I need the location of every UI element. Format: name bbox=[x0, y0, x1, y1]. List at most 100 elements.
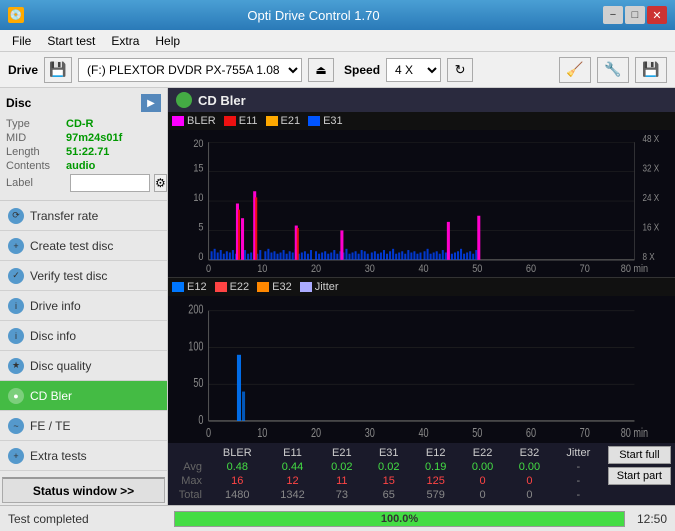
svg-text:20: 20 bbox=[311, 263, 321, 275]
disc-eject-button[interactable]: ▶ bbox=[141, 94, 161, 112]
svg-text:10: 10 bbox=[257, 427, 267, 441]
app-title: Opti Drive Control 1.70 bbox=[24, 8, 603, 23]
maximize-button[interactable]: □ bbox=[625, 6, 645, 24]
eject-button[interactable]: ⏏ bbox=[308, 58, 334, 82]
col-e21: E21 bbox=[318, 446, 365, 460]
sidebar-item-extra-tests[interactable]: + Extra tests bbox=[0, 441, 167, 471]
drive-select[interactable]: (F:) PLEXTOR DVDR PX-755A 1.08 bbox=[78, 58, 302, 82]
sidebar-item-disc-quality[interactable]: ★ Disc quality bbox=[0, 351, 167, 381]
close-button[interactable]: ✕ bbox=[647, 6, 667, 24]
start-part-button[interactable]: Start part bbox=[608, 467, 671, 485]
e32-color bbox=[257, 282, 269, 292]
fe-te-icon: ~ bbox=[8, 418, 24, 434]
avg-e11: 0.44 bbox=[267, 460, 319, 474]
svg-text:0: 0 bbox=[206, 263, 211, 275]
chart-header: CD Bler bbox=[168, 88, 675, 112]
sidebar-item-create-test-disc[interactable]: + Create test disc bbox=[0, 231, 167, 261]
drive-icon: 💾 bbox=[44, 57, 72, 83]
menu-help[interactable]: Help bbox=[147, 32, 188, 50]
e21-legend: E21 bbox=[266, 115, 301, 127]
disc-label-row: Label ⚙ bbox=[6, 174, 161, 192]
disc-mid-row: MID 97m24s01f bbox=[6, 132, 161, 144]
stats-table: BLER E11 E21 E31 E12 E22 E32 Jitter Avg bbox=[172, 446, 604, 502]
menu-start-test[interactable]: Start test bbox=[39, 32, 103, 50]
refresh-button[interactable]: ↻ bbox=[447, 58, 473, 82]
menu-extra[interactable]: Extra bbox=[103, 32, 147, 50]
eraser-button[interactable]: 🧹 bbox=[559, 57, 591, 83]
total-e12: 579 bbox=[412, 488, 459, 502]
status-window-button[interactable]: Status window >> bbox=[2, 477, 165, 503]
svg-text:40: 40 bbox=[418, 263, 428, 275]
window-controls: − □ ✕ bbox=[603, 6, 667, 24]
content-area: CD Bler BLER E11 E21 E3 bbox=[168, 88, 675, 505]
sidebar-item-cd-bler[interactable]: ● CD Bler bbox=[0, 381, 167, 411]
avg-e21: 0.02 bbox=[318, 460, 365, 474]
cd-bler-icon: ● bbox=[8, 388, 24, 404]
disc-quality-icon: ★ bbox=[8, 358, 24, 374]
e12-color bbox=[172, 282, 184, 292]
titlebar: 💿 Opti Drive Control 1.70 − □ ✕ bbox=[0, 0, 675, 30]
svg-text:80 min: 80 min bbox=[621, 427, 648, 441]
svg-text:60: 60 bbox=[526, 263, 536, 275]
top-legend: BLER E11 E21 E31 bbox=[168, 112, 675, 130]
sidebar-item-drive-info[interactable]: i Drive info bbox=[0, 291, 167, 321]
e11-legend: E11 bbox=[224, 115, 258, 127]
max-e21: 11 bbox=[318, 474, 365, 488]
total-e22: 0 bbox=[459, 488, 506, 502]
chart-icon bbox=[176, 92, 192, 108]
svg-text:0: 0 bbox=[206, 427, 211, 441]
stats-table-container: BLER E11 E21 E31 E12 E22 E32 Jitter Avg bbox=[172, 446, 604, 502]
svg-text:10: 10 bbox=[257, 263, 267, 275]
e11-color bbox=[224, 116, 236, 126]
svg-text:32 X: 32 X bbox=[643, 163, 660, 174]
start-full-button[interactable]: Start full bbox=[608, 446, 671, 464]
menu-file[interactable]: File bbox=[4, 32, 39, 50]
col-jitter: Jitter bbox=[553, 446, 604, 460]
minimize-button[interactable]: − bbox=[603, 6, 623, 24]
svg-text:70: 70 bbox=[580, 427, 590, 441]
progress-text: 100.0% bbox=[175, 512, 624, 526]
sidebar-item-transfer-rate[interactable]: ⟳ Transfer rate bbox=[0, 201, 167, 231]
disc-section: Disc ▶ Type CD-R MID 97m24s01f Length 51… bbox=[0, 88, 167, 201]
speed-select[interactable]: 4 X bbox=[386, 58, 441, 82]
sidebar: Disc ▶ Type CD-R MID 97m24s01f Length 51… bbox=[0, 88, 168, 505]
avg-label: Avg bbox=[172, 460, 208, 474]
avg-e22: 0.00 bbox=[459, 460, 506, 474]
col-e12: E12 bbox=[412, 446, 459, 460]
top-chart-area: 0 5 10 15 20 8 X 16 X 24 X 32 X 48 X 0 1… bbox=[168, 130, 675, 277]
svg-text:100: 100 bbox=[188, 340, 203, 354]
disc-length-row: Length 51:22.71 bbox=[6, 146, 161, 158]
stats-total-row: Total 1480 1342 73 65 579 0 0 - bbox=[172, 488, 604, 502]
progress-bar-container: 100.0% bbox=[174, 511, 625, 527]
extra-tests-icon: + bbox=[8, 448, 24, 464]
menubar: File Start test Extra Help bbox=[0, 30, 675, 52]
col-e22: E22 bbox=[459, 446, 506, 460]
avg-bler: 0.48 bbox=[208, 460, 267, 474]
svg-text:0: 0 bbox=[198, 413, 203, 427]
svg-text:30: 30 bbox=[365, 427, 375, 441]
bottom-legend: E12 E22 E32 Jitter bbox=[168, 278, 675, 296]
total-label: Total bbox=[172, 488, 208, 502]
e31-legend: E31 bbox=[308, 115, 343, 127]
create-test-icon: + bbox=[8, 238, 24, 254]
disc-contents-row: Contents audio bbox=[6, 160, 161, 172]
svg-text:8 X: 8 X bbox=[643, 251, 655, 262]
bottom-chart-area: 0 50 100 200 0 10 20 30 40 50 60 70 80 m… bbox=[168, 296, 675, 443]
total-e31: 65 bbox=[365, 488, 412, 502]
disc-type-row: Type CD-R bbox=[6, 118, 161, 130]
svg-text:50: 50 bbox=[193, 377, 203, 391]
sidebar-item-fe-te[interactable]: ~ FE / TE bbox=[0, 411, 167, 441]
e12-legend: E12 bbox=[172, 281, 207, 293]
action-button[interactable]: 🔧 bbox=[597, 57, 629, 83]
save-button[interactable]: 💾 bbox=[635, 57, 667, 83]
disc-label-input[interactable] bbox=[70, 174, 150, 192]
sidebar-item-disc-info[interactable]: i Disc info bbox=[0, 321, 167, 351]
max-jitter: - bbox=[553, 474, 604, 488]
svg-text:20: 20 bbox=[311, 427, 321, 441]
svg-text:0: 0 bbox=[198, 251, 203, 263]
statusbar: Test completed 100.0% 12:50 bbox=[0, 505, 675, 531]
sidebar-item-verify-test-disc[interactable]: ✓ Verify test disc bbox=[0, 261, 167, 291]
verify-test-icon: ✓ bbox=[8, 268, 24, 284]
label-icon-button[interactable]: ⚙ bbox=[154, 174, 167, 192]
action-buttons: Start full Start part bbox=[604, 446, 671, 485]
